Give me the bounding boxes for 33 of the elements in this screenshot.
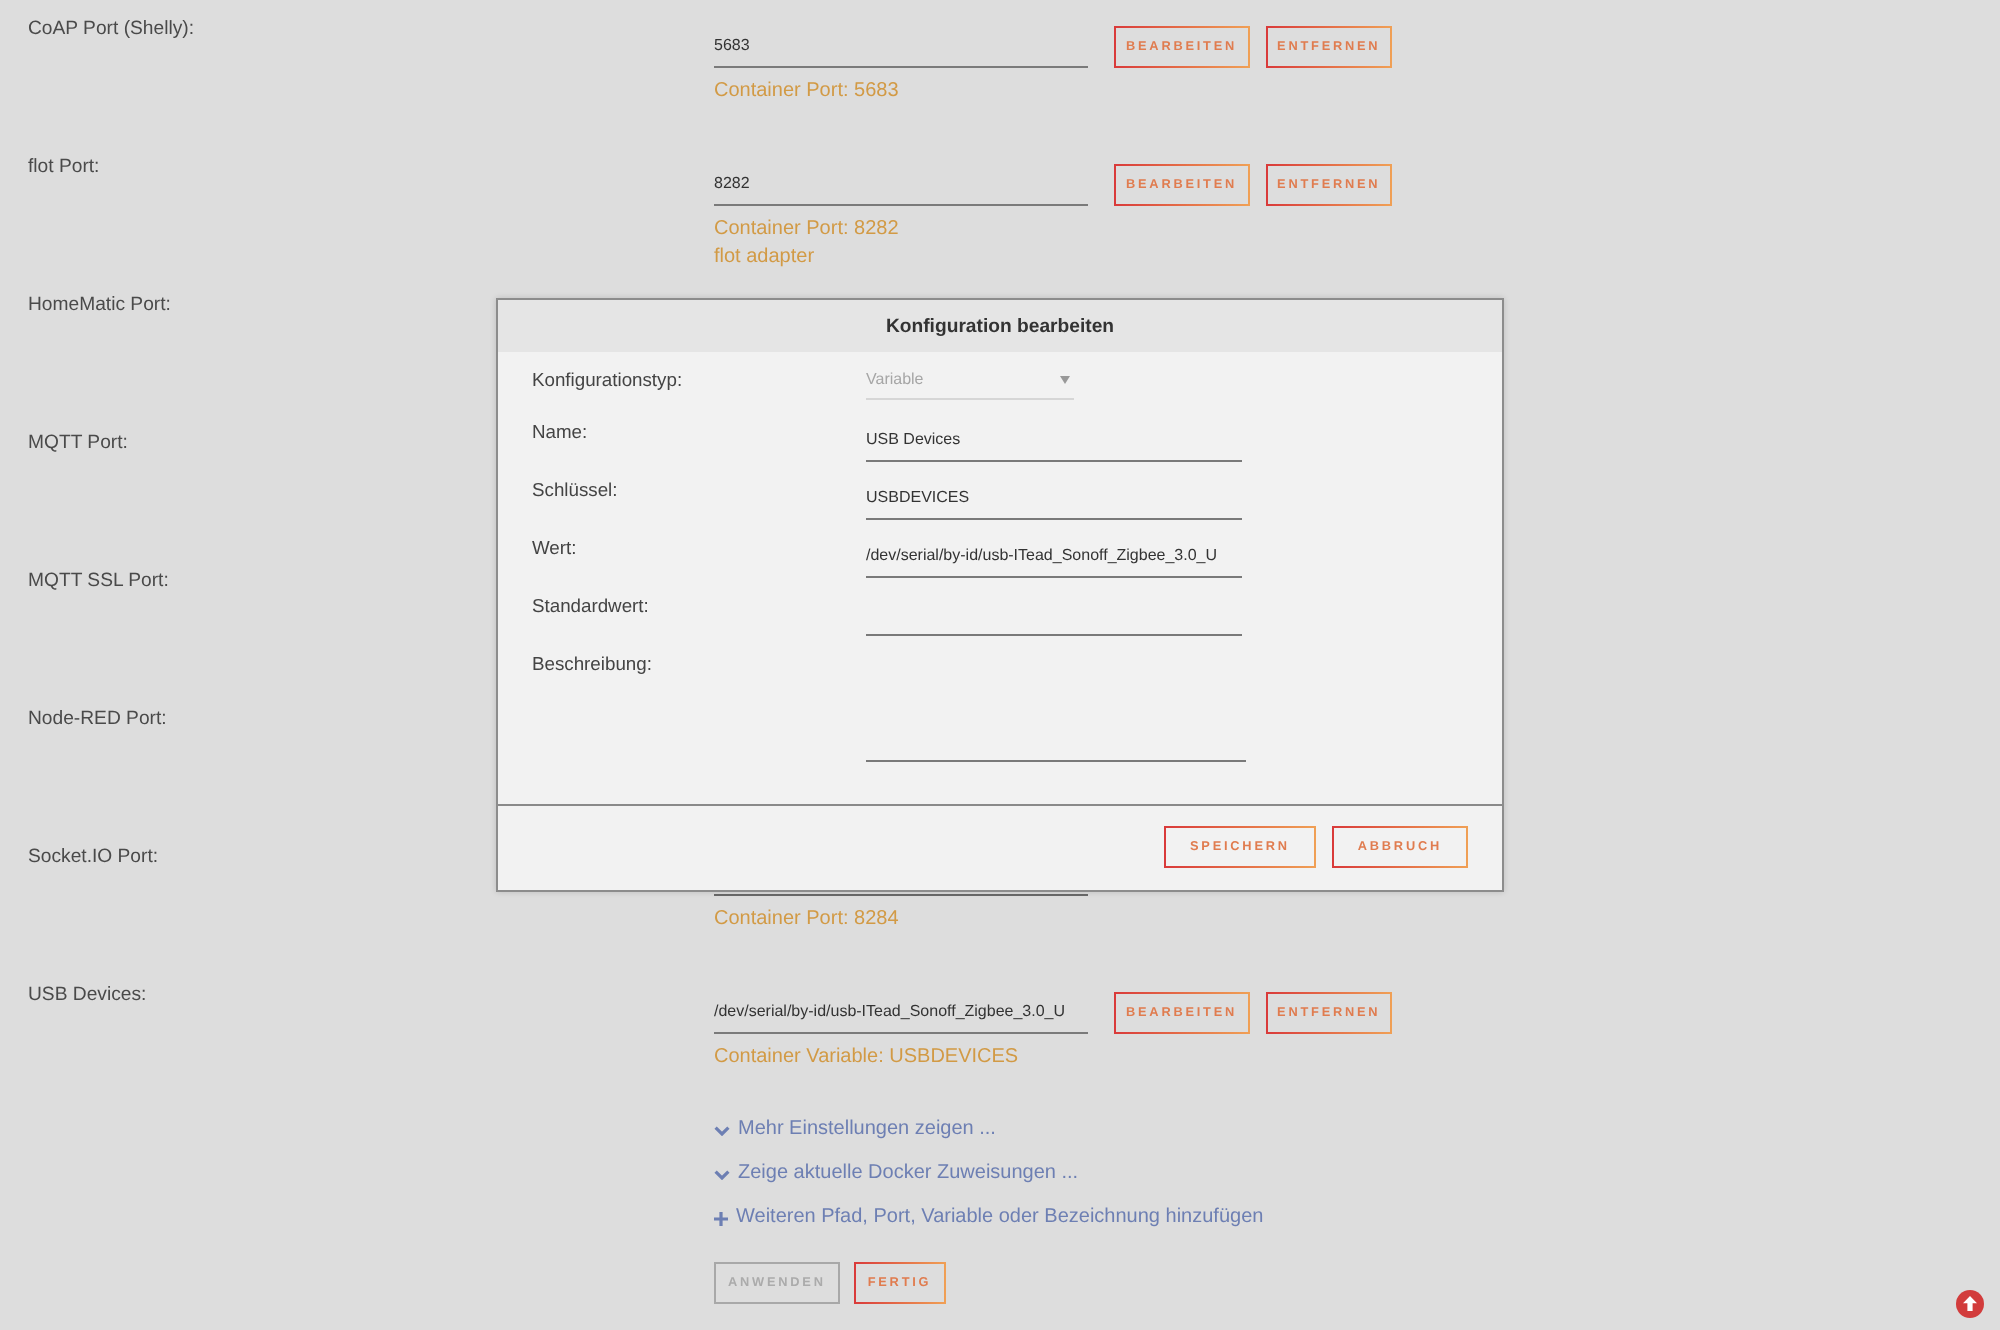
field-label: Standardwert: bbox=[532, 592, 651, 620]
input-field[interactable]: USB Devices bbox=[866, 418, 1242, 462]
caret-icon bbox=[1060, 375, 1070, 383]
add-link[interactable]: Weiteren Pfad, Port, Variable oder Bezeichnung hinzufügen bbox=[714, 1204, 1264, 1232]
input-field[interactable]: 8282 bbox=[714, 162, 1088, 206]
field-label: Wert: bbox=[532, 534, 579, 562]
container-note: flot adapter bbox=[714, 244, 817, 272]
setting-label: HomeMatic Port: bbox=[28, 294, 171, 316]
container-note: Container Port: 8282 bbox=[714, 216, 901, 244]
field-label: Konfigurationstyp: bbox=[532, 366, 685, 394]
setting-label: flot Port: bbox=[28, 156, 100, 178]
chevron-down-icon bbox=[714, 1125, 730, 1135]
plus-icon bbox=[714, 1211, 728, 1225]
input-field[interactable]: /dev/serial/by-id/usb-ITead_Sonoff_Zigbee_3.0_U bbox=[866, 534, 1242, 578]
chevron-down-icon bbox=[714, 1169, 730, 1179]
expand-link[interactable]: Zeige aktuelle Docker Zuweisungen ... bbox=[714, 1160, 1079, 1188]
container-note: Container Port: 5683 bbox=[714, 78, 901, 106]
setting-label: MQTT Port: bbox=[28, 432, 128, 454]
container-note: Container Variable: USBDEVICES bbox=[714, 1044, 1021, 1072]
container-note: Container Port: 8284 bbox=[714, 906, 901, 934]
field-label: Schlüssel: bbox=[532, 476, 620, 504]
field-label: Beschreibung: bbox=[532, 650, 654, 678]
input-field[interactable]: USBDEVICES bbox=[866, 476, 1242, 520]
setting-label: USB Devices: bbox=[28, 984, 147, 1006]
setting-label: MQTT SSL Port: bbox=[28, 570, 169, 592]
dialog-title: Konfiguration bearbeiten bbox=[885, 315, 1115, 337]
field-label: Name: bbox=[532, 418, 590, 446]
input-field[interactable]: 5683 bbox=[714, 24, 1088, 68]
setting-label: Node-RED Port: bbox=[28, 708, 167, 730]
expand-link[interactable]: Mehr Einstellungen zeigen ... bbox=[714, 1116, 996, 1144]
input-field[interactable]: /dev/serial/by-id/usb-ITead_Sonoff_Zigbee_3.0_U bbox=[714, 990, 1088, 1034]
setting-label: Socket.IO Port: bbox=[28, 846, 159, 868]
setting-label: CoAP Port (Shelly): bbox=[28, 18, 194, 40]
